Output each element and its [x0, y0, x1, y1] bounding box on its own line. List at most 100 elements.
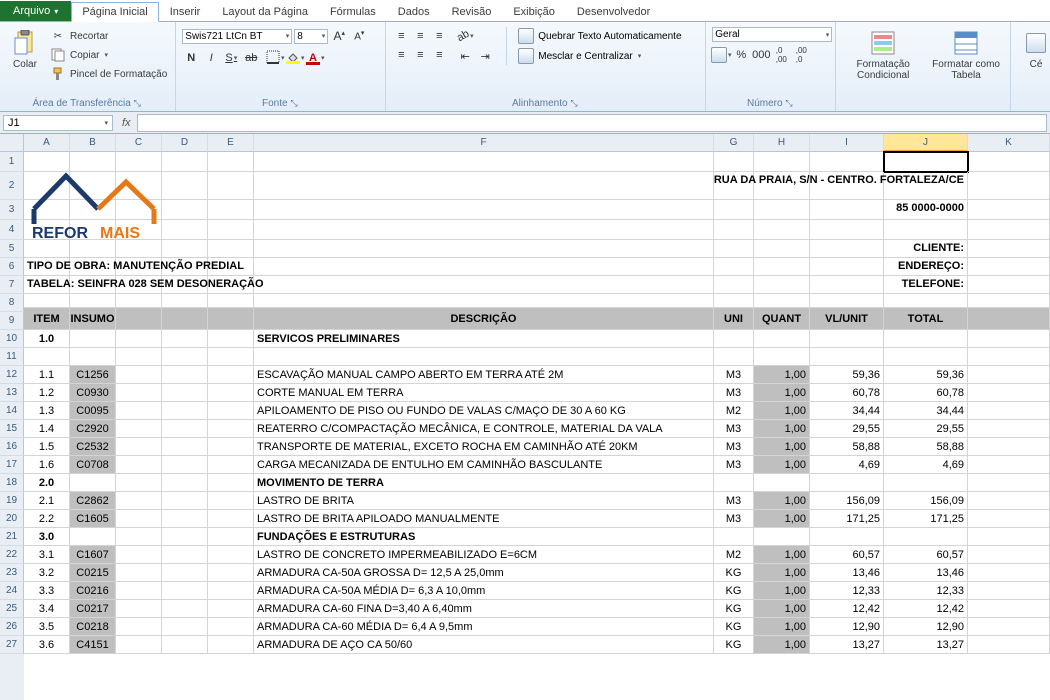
comma-format-button[interactable]: 000: [752, 46, 770, 64]
cell[interactable]: 3.0: [24, 528, 70, 546]
italic-button[interactable]: I: [202, 49, 220, 67]
cell[interactable]: [810, 294, 884, 308]
cell[interactable]: C1605: [70, 510, 116, 528]
cell[interactable]: [162, 618, 208, 636]
cell[interactable]: [968, 308, 1050, 330]
cell[interactable]: C2862: [70, 492, 116, 510]
cell[interactable]: INSUMO: [70, 308, 116, 330]
cell[interactable]: [810, 200, 884, 220]
cell[interactable]: [116, 492, 162, 510]
cell[interactable]: [116, 348, 162, 366]
cell[interactable]: [810, 172, 884, 200]
cell[interactable]: M3: [714, 438, 754, 456]
cell[interactable]: 3.2: [24, 564, 70, 582]
cell[interactable]: VL/UNIT: [810, 308, 884, 330]
row-header-20[interactable]: 20: [0, 510, 24, 528]
cell[interactable]: M3: [714, 420, 754, 438]
cell[interactable]: [116, 618, 162, 636]
cell[interactable]: M3: [714, 492, 754, 510]
cell[interactable]: [754, 240, 810, 258]
cell[interactable]: [714, 258, 754, 276]
cell[interactable]: 4,69: [810, 456, 884, 474]
cell[interactable]: [208, 582, 254, 600]
cells-button-partial[interactable]: Cé: [1017, 27, 1050, 72]
cell[interactable]: [208, 528, 254, 546]
row-header-19[interactable]: 19: [0, 492, 24, 510]
cell[interactable]: [24, 348, 70, 366]
cell[interactable]: [162, 308, 208, 330]
align-top-button[interactable]: ≡: [392, 27, 410, 45]
cell[interactable]: 58,88: [884, 438, 968, 456]
cell[interactable]: [810, 258, 884, 276]
cell[interactable]: 1,00: [754, 636, 810, 654]
cell[interactable]: [754, 294, 810, 308]
col-header-K[interactable]: K: [968, 134, 1050, 152]
cell[interactable]: [968, 240, 1050, 258]
cell[interactable]: [116, 240, 162, 258]
cell[interactable]: 12,90: [810, 618, 884, 636]
cell[interactable]: [24, 276, 70, 294]
cell[interactable]: [714, 348, 754, 366]
cell[interactable]: [208, 474, 254, 492]
col-header-D[interactable]: D: [162, 134, 208, 152]
cell[interactable]: [24, 240, 70, 258]
cell[interactable]: [116, 308, 162, 330]
cell[interactable]: 2.2: [24, 510, 70, 528]
cell[interactable]: [810, 152, 884, 172]
cell[interactable]: 12,42: [884, 600, 968, 618]
cell[interactable]: [24, 258, 70, 276]
cell[interactable]: [70, 200, 116, 220]
cell[interactable]: [714, 172, 754, 200]
cell[interactable]: ARMADURA CA-50A GROSSA D= 12,5 A 25,0mm: [254, 564, 714, 582]
cell[interactable]: [208, 600, 254, 618]
cell[interactable]: [968, 510, 1050, 528]
cell[interactable]: 60,57: [884, 546, 968, 564]
cell[interactable]: [208, 220, 254, 240]
cell[interactable]: 29,55: [810, 420, 884, 438]
dialog-launcher-icon[interactable]: ⤡: [134, 98, 143, 108]
row-header-11[interactable]: 11: [0, 348, 24, 366]
cell[interactable]: [208, 420, 254, 438]
cell[interactable]: [116, 276, 162, 294]
cell[interactable]: 3.3: [24, 582, 70, 600]
cell[interactable]: [116, 582, 162, 600]
cell[interactable]: 156,09: [810, 492, 884, 510]
cell[interactable]: [968, 294, 1050, 308]
cells-area[interactable]: REFOR MAIS RUA DA PRAIA, S/N - CENTRO. F…: [24, 152, 1050, 654]
cell[interactable]: [116, 546, 162, 564]
cell[interactable]: [70, 474, 116, 492]
conditional-formatting-button[interactable]: Formatação Condicional: [842, 27, 924, 83]
cell[interactable]: [208, 308, 254, 330]
cell[interactable]: 1,00: [754, 402, 810, 420]
cell[interactable]: 1,00: [754, 582, 810, 600]
row-header-3[interactable]: 3: [0, 200, 24, 220]
cell[interactable]: [884, 474, 968, 492]
cell[interactable]: KG: [714, 582, 754, 600]
cell[interactable]: 34,44: [884, 402, 968, 420]
cell[interactable]: [24, 152, 70, 172]
cell[interactable]: QUANT: [754, 308, 810, 330]
row-header-24[interactable]: 24: [0, 582, 24, 600]
cell[interactable]: [968, 474, 1050, 492]
cell[interactable]: [116, 456, 162, 474]
fill-color-button[interactable]: ▾: [286, 49, 304, 67]
cell[interactable]: [208, 402, 254, 420]
cell[interactable]: [162, 474, 208, 492]
cell[interactable]: [810, 276, 884, 294]
cell[interactable]: M3: [714, 384, 754, 402]
cell[interactable]: [714, 330, 754, 348]
cell[interactable]: [24, 294, 70, 308]
cell[interactable]: TOTAL: [884, 308, 968, 330]
cell[interactable]: [754, 348, 810, 366]
cell[interactable]: [208, 330, 254, 348]
cell[interactable]: [116, 528, 162, 546]
cell[interactable]: [714, 294, 754, 308]
cell[interactable]: [714, 152, 754, 172]
row-header-26[interactable]: 26: [0, 618, 24, 636]
dialog-launcher-icon[interactable]: ⤡: [785, 98, 794, 108]
select-all-corner[interactable]: [0, 134, 24, 152]
cell[interactable]: KG: [714, 564, 754, 582]
font-color-button[interactable]: A▾: [306, 49, 324, 67]
cell[interactable]: [968, 330, 1050, 348]
cell[interactable]: [70, 294, 116, 308]
